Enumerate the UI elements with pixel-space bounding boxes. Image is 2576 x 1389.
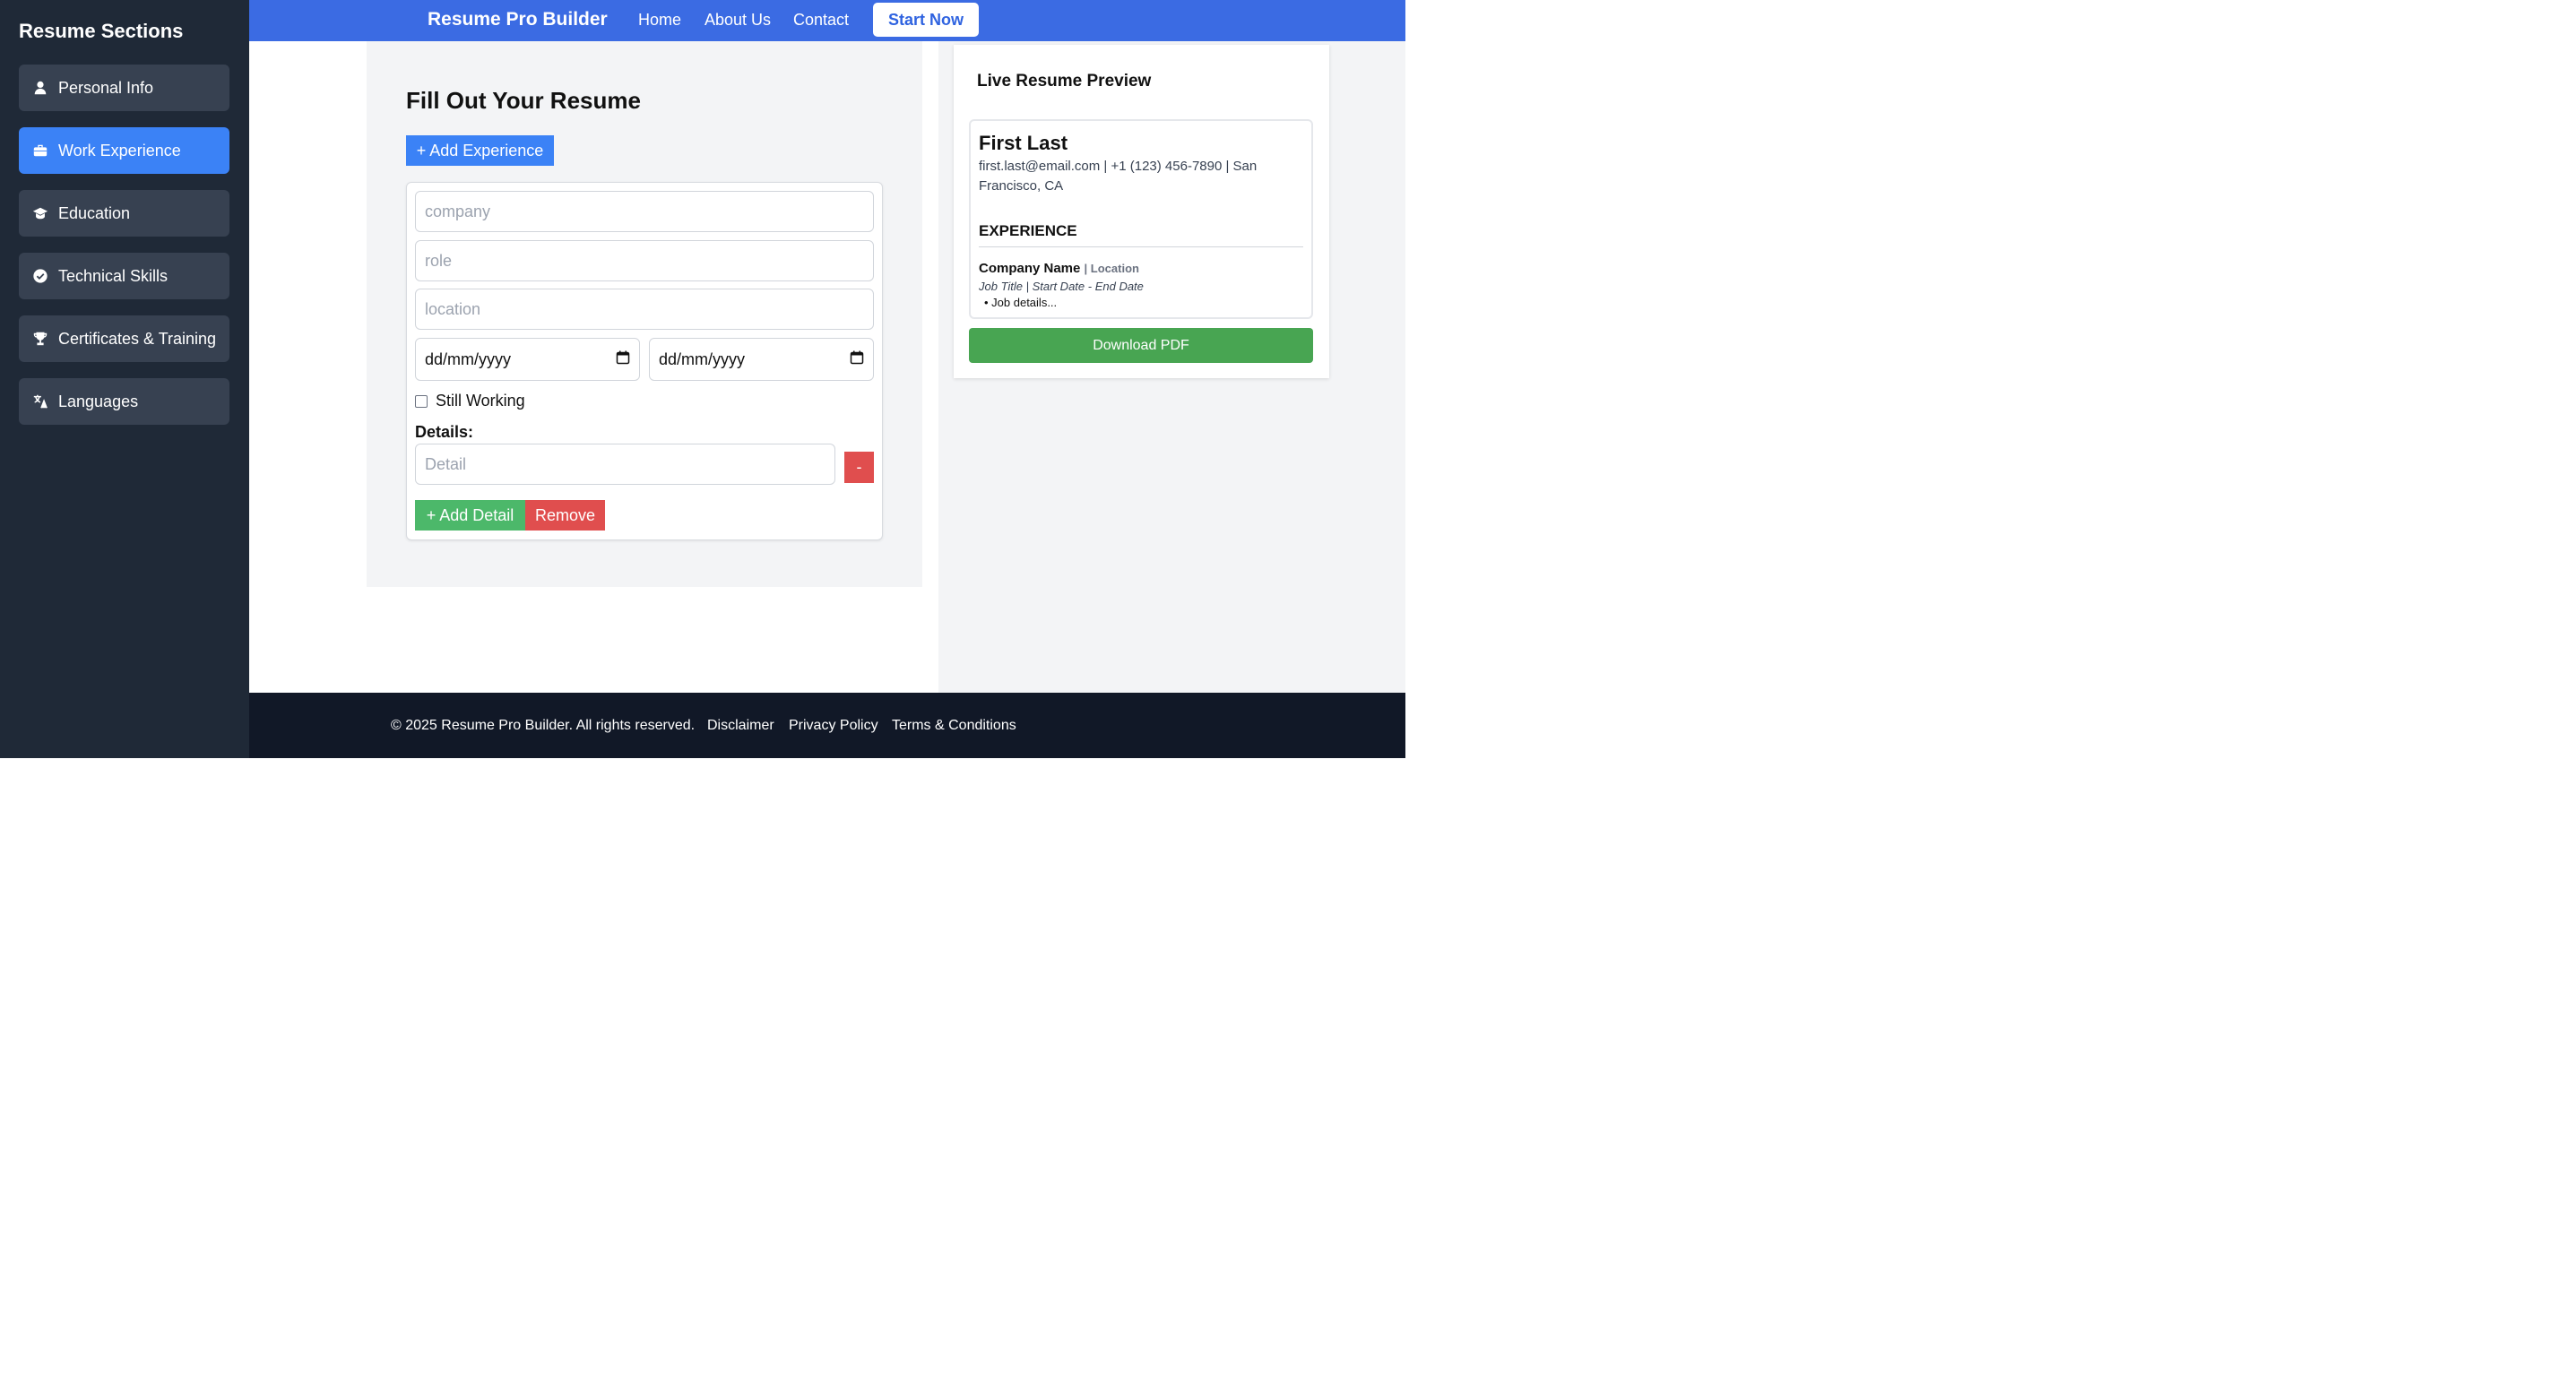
still-working-checkbox[interactable] bbox=[415, 394, 428, 408]
sidebar-title: Resume Sections bbox=[19, 20, 184, 42]
brand-logo[interactable]: Resume Pro Builder bbox=[428, 9, 608, 30]
nav-home[interactable]: Home bbox=[638, 11, 681, 30]
sidebar-item-certificates[interactable]: Certificates & Training bbox=[19, 315, 229, 362]
sidebar-item-education[interactable]: Education bbox=[19, 190, 229, 237]
user-icon bbox=[31, 79, 49, 97]
download-pdf-button[interactable]: Download PDF bbox=[969, 328, 1313, 363]
still-working-label: Still Working bbox=[436, 392, 525, 410]
footer-link-disclaimer[interactable]: Disclaimer bbox=[707, 718, 774, 734]
company-input[interactable] bbox=[415, 191, 874, 232]
sidebar-item-work-experience[interactable]: Work Experience bbox=[19, 127, 229, 174]
add-detail-button[interactable]: + Add Detail bbox=[415, 500, 525, 531]
resume-job-bullet: • Job details... bbox=[984, 296, 1058, 309]
location-input[interactable] bbox=[415, 289, 874, 330]
detail-input[interactable] bbox=[415, 444, 835, 485]
remove-detail-button[interactable]: - bbox=[844, 452, 874, 483]
resume-name: First Last bbox=[979, 132, 1068, 154]
preview-title: Live Resume Preview bbox=[977, 72, 1152, 91]
sidebar-item-label: Technical Skills bbox=[58, 266, 169, 285]
check-circle-icon bbox=[31, 267, 49, 285]
resume-section-heading: EXPERIENCE bbox=[979, 222, 1077, 239]
remove-experience-button[interactable]: Remove bbox=[525, 500, 605, 531]
section-divider bbox=[979, 246, 1303, 247]
form-title: Fill Out Your Resume bbox=[406, 87, 641, 114]
sidebar-item-label: Education bbox=[58, 203, 131, 222]
details-label: Details: bbox=[415, 423, 474, 441]
footer-copyright: © 2025 Resume Pro Builder. All rights re… bbox=[391, 718, 696, 733]
trophy-icon bbox=[31, 330, 49, 348]
role-input[interactable] bbox=[415, 240, 874, 281]
still-working-row: Still Working bbox=[415, 392, 525, 410]
add-experience-button[interactable]: + Add Experience bbox=[406, 135, 554, 166]
nav-contact[interactable]: Contact bbox=[793, 11, 849, 30]
resume-company-line: Company Name | Location bbox=[979, 261, 1139, 276]
resume-contact: first.last@email.com | +1 (123) 456-7890… bbox=[979, 159, 1258, 194]
calendar-icon[interactable] bbox=[616, 350, 630, 369]
resume-location: | Location bbox=[1084, 262, 1139, 275]
resume-job-line: Job Title | Start Date - End Date bbox=[979, 280, 1144, 293]
end-date-input[interactable]: dd/mm/yyyy bbox=[649, 338, 874, 381]
sidebar-item-technical-skills[interactable]: Technical Skills bbox=[19, 253, 229, 299]
nav-about-us[interactable]: About Us bbox=[705, 11, 771, 30]
sidebar-item-personal-info[interactable]: Personal Info bbox=[19, 65, 229, 111]
sidebar-item-label: Personal Info bbox=[58, 78, 154, 97]
resume-company: Company Name bbox=[979, 261, 1081, 276]
translate-icon bbox=[31, 393, 49, 410]
briefcase-icon bbox=[31, 142, 49, 160]
calendar-icon[interactable] bbox=[850, 350, 864, 369]
graduation-cap-icon bbox=[31, 204, 49, 222]
top-navbar: Resume Pro Builder Home About Us Contact… bbox=[249, 0, 1405, 41]
start-date-value: dd/mm/yyyy bbox=[425, 349, 512, 368]
start-date-input[interactable]: dd/mm/yyyy bbox=[415, 338, 640, 381]
footer-link-terms[interactable]: Terms & Conditions bbox=[892, 718, 1016, 734]
sidebar-item-label: Certificates & Training bbox=[58, 329, 217, 348]
sidebar-item-label: Languages bbox=[58, 392, 139, 410]
sidebar-item-label: Work Experience bbox=[58, 141, 181, 160]
sidebar: Resume Sections Personal Info Work Exper… bbox=[0, 0, 249, 758]
sidebar-item-languages[interactable]: Languages bbox=[19, 378, 229, 425]
footer-link-privacy[interactable]: Privacy Policy bbox=[789, 718, 878, 734]
end-date-value: dd/mm/yyyy bbox=[659, 349, 746, 368]
start-now-button[interactable]: Start Now bbox=[873, 3, 979, 37]
